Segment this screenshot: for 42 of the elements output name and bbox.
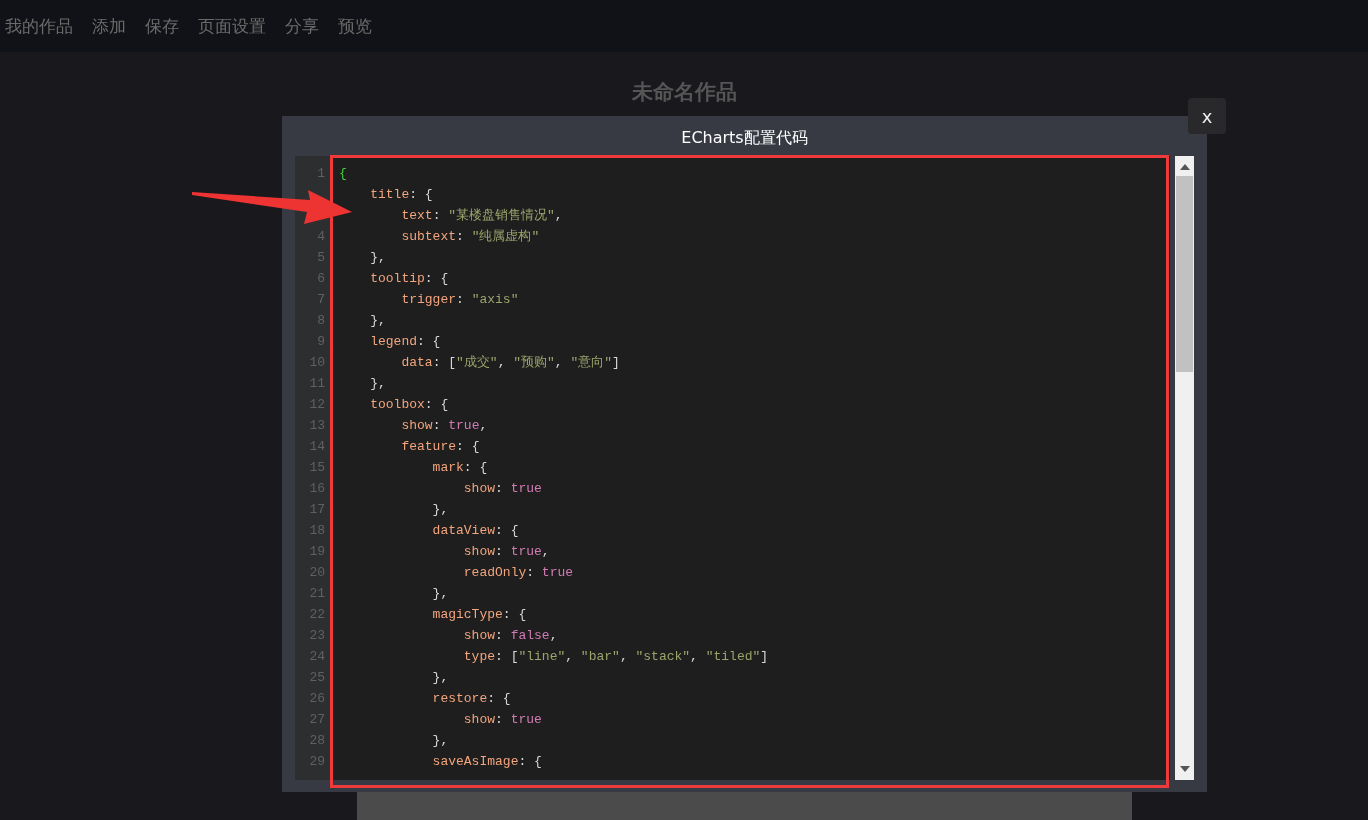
code-line: dataView: { bbox=[431, 523, 519, 538]
code-line: title: { bbox=[369, 187, 433, 202]
menu-item[interactable]: 预览 bbox=[338, 14, 372, 38]
code-line: show: true bbox=[462, 712, 542, 727]
code-line: }, bbox=[431, 502, 449, 517]
code-line: }, bbox=[369, 313, 386, 328]
work-title: 未命名作品 bbox=[631, 79, 737, 106]
code-line: legend: { bbox=[369, 334, 441, 349]
scrollbar[interactable] bbox=[1175, 156, 1194, 780]
menu-item[interactable]: 保存 bbox=[145, 14, 179, 38]
code-line: data: ["成交", "预购", "意向"] bbox=[400, 355, 620, 370]
code-line: readOnly: true bbox=[462, 565, 574, 580]
code-line: restore: { bbox=[431, 691, 511, 706]
code-line: show: false, bbox=[462, 628, 558, 643]
code-line: show: true, bbox=[400, 418, 488, 433]
scroll-down-icon[interactable] bbox=[1179, 766, 1190, 772]
code-line: }, bbox=[431, 733, 449, 748]
scrollbar-thumb[interactable] bbox=[1176, 176, 1193, 372]
menu-item[interactable]: 添加 bbox=[92, 14, 126, 38]
menu-item[interactable]: 分享 bbox=[285, 14, 319, 38]
code-line: show: true, bbox=[462, 544, 550, 559]
scroll-up-icon[interactable] bbox=[1179, 164, 1190, 170]
close-button[interactable]: x bbox=[1188, 98, 1226, 134]
code-line: }, bbox=[369, 250, 386, 265]
code-line: saveAsImage: { bbox=[431, 754, 542, 769]
code-line: toolbox: { bbox=[369, 397, 449, 412]
code-line: subtext: "纯属虚构" bbox=[400, 229, 540, 244]
code-line: mark: { bbox=[431, 460, 488, 475]
code-line: magicType: { bbox=[431, 607, 527, 622]
code-line: text: "某楼盘销售情况", bbox=[400, 208, 563, 223]
code-line: show: true bbox=[462, 481, 542, 496]
code-line: }, bbox=[431, 586, 449, 601]
code-line: type: ["line", "bar", "stack", "tiled"] bbox=[462, 649, 769, 664]
menu-item[interactable]: 页面设置 bbox=[198, 14, 266, 38]
code-line: { bbox=[339, 166, 347, 181]
code-line: feature: { bbox=[400, 439, 480, 454]
code-line: }, bbox=[369, 376, 386, 391]
code-line: tooltip: { bbox=[369, 271, 449, 286]
menu-item[interactable]: 我的作品 bbox=[5, 14, 73, 38]
code-line: trigger: "axis" bbox=[400, 292, 519, 307]
code-line: }, bbox=[431, 670, 449, 685]
dialog-title: ECharts配置代码 bbox=[680, 127, 809, 149]
